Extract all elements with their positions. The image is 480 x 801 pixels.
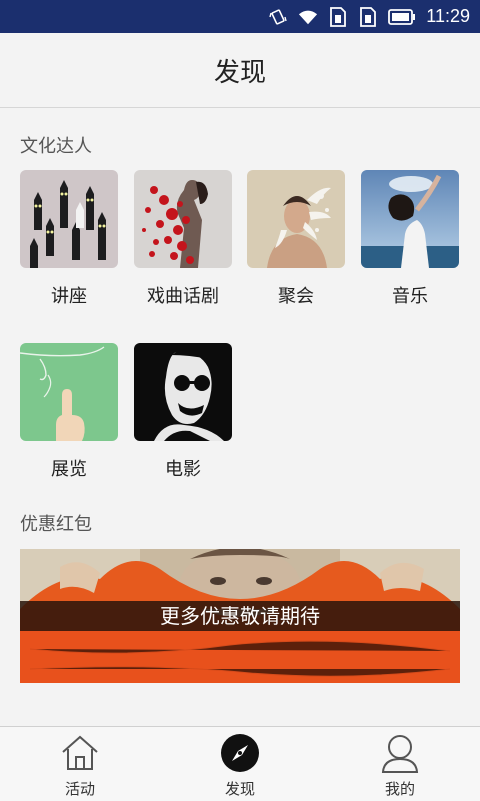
cats-illustration [20, 170, 118, 268]
category-item-movie[interactable]: 电影 [134, 343, 232, 480]
woman-sea-photo [361, 170, 459, 268]
category-item-party[interactable]: 聚会 [247, 170, 345, 307]
status-time: 11:29 [426, 6, 470, 26]
battery-icon [388, 7, 416, 27]
category-item-lecture[interactable]: 讲座 [20, 170, 118, 307]
coupon-banner[interactable]: 更多优惠敬请期待 [20, 549, 460, 683]
compass-icon [220, 733, 260, 773]
user-icon [380, 733, 420, 773]
tab-label: 发现 [224, 780, 255, 798]
category-item-exhibition[interactable]: 展览 [20, 343, 118, 480]
woman-petals-photo [134, 170, 232, 268]
tab-activity[interactable]: 活动 [0, 727, 160, 801]
wifi-icon [298, 7, 318, 27]
banner-caption: 更多优惠敬请期待 [20, 601, 460, 631]
tab-discover[interactable]: 发现 [160, 727, 320, 801]
page-header: 发现 [0, 33, 480, 108]
section-title-culture: 文化达人 [20, 136, 92, 157]
man-sunglasses-poster [134, 343, 232, 441]
sim2-icon [358, 6, 378, 27]
tab-label: 我的 [384, 780, 415, 798]
category-label: 音乐 [392, 286, 428, 307]
bottom-tab-bar: 活动 发现 我的 [0, 726, 480, 801]
status-bar: 11:29 [0, 0, 480, 33]
section-title-coupon: 优惠红包 [20, 514, 92, 535]
sim1-icon [328, 6, 348, 27]
vibrate-icon [268, 7, 288, 27]
category-item-music[interactable]: 音乐 [361, 170, 459, 307]
tab-label: 活动 [64, 780, 95, 798]
category-item-opera-drama[interactable]: 戏曲话剧 [134, 170, 232, 307]
tab-mine[interactable]: 我的 [320, 727, 480, 801]
home-icon [60, 733, 100, 773]
hand-green-illustration [20, 343, 118, 441]
page-title: 发现 [213, 57, 266, 88]
man-splash-photo [247, 170, 345, 268]
category-label: 电影 [165, 459, 201, 480]
